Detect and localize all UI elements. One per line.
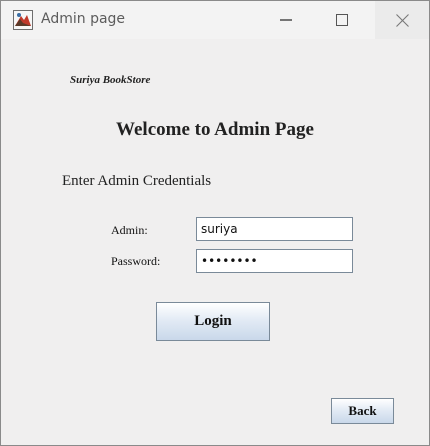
maximize-button[interactable] bbox=[319, 1, 365, 39]
minimize-icon bbox=[280, 19, 292, 21]
minimize-button[interactable] bbox=[263, 1, 309, 39]
window-title: Admin page bbox=[41, 11, 126, 27]
store-name: Suriya BookStore bbox=[70, 74, 151, 86]
close-icon bbox=[395, 13, 409, 27]
back-button[interactable]: Back bbox=[331, 398, 394, 424]
admin-label: Admin: bbox=[111, 223, 148, 237]
page-heading: Welcome to Admin Page bbox=[116, 119, 314, 140]
admin-window: Admin page Suriya BookStore Welcome to A… bbox=[0, 0, 430, 446]
login-button[interactable]: Login bbox=[156, 302, 270, 341]
maximize-icon bbox=[336, 14, 348, 26]
password-label: Password: bbox=[111, 254, 161, 268]
close-button[interactable] bbox=[375, 1, 429, 39]
app-icon bbox=[13, 10, 33, 30]
title-bar: Admin page bbox=[1, 1, 429, 39]
credentials-prompt: Enter Admin Credentials bbox=[62, 173, 212, 189]
admin-input[interactable] bbox=[196, 217, 353, 241]
password-input[interactable] bbox=[196, 249, 353, 273]
